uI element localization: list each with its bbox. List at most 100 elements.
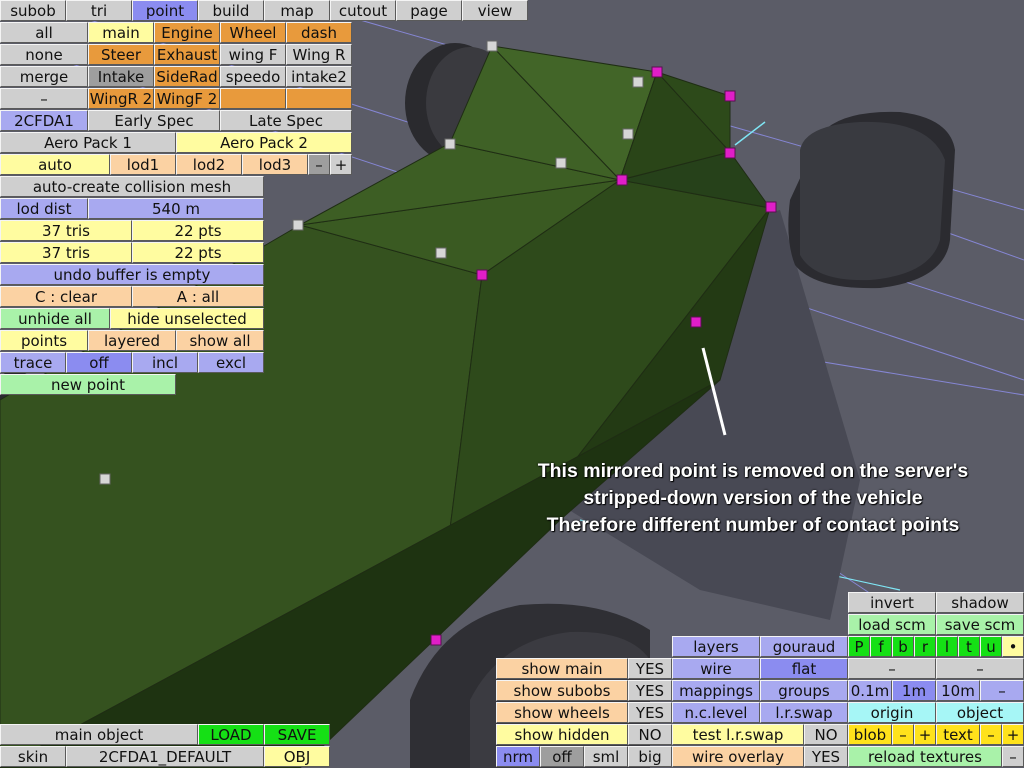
skin-name-field[interactable]: 2CFDA1_DEFAULT	[66, 746, 264, 767]
group-engine-button[interactable]: Engine	[154, 22, 220, 43]
group-wingf2-button[interactable]: WingF 2	[154, 88, 220, 109]
clear-button[interactable]: C : clear	[0, 286, 132, 307]
gouraud-button[interactable]: gouraud	[760, 636, 848, 657]
lod3-button[interactable]: lod3	[242, 154, 308, 175]
tab-view[interactable]: view	[462, 0, 528, 21]
view-dot-button[interactable]: •	[1002, 636, 1024, 657]
group-none-button[interactable]: none	[0, 44, 88, 65]
group-empty-slot-2[interactable]	[286, 88, 352, 109]
points-show-all-button[interactable]: show all	[176, 330, 264, 351]
wire-overlay-toggle[interactable]: YES	[804, 746, 848, 767]
lod-minus-button[interactable]: –	[308, 154, 330, 175]
trace-off-button[interactable]: off	[66, 352, 132, 373]
grid-10m-button[interactable]: 10m	[936, 680, 980, 701]
lod2-button[interactable]: lod2	[176, 154, 242, 175]
show-wheels-label: show wheels	[496, 702, 628, 723]
lod-auto-button[interactable]: auto	[0, 154, 110, 175]
select-all-button[interactable]: A : all	[132, 286, 264, 307]
group-merge-button[interactable]: merge	[0, 66, 88, 87]
group-exhaust-button[interactable]: Exhaust	[154, 44, 220, 65]
group-speedo-button[interactable]: speedo	[220, 66, 286, 87]
load-button[interactable]: LOAD	[198, 724, 264, 745]
text-plus-button[interactable]: +	[1002, 724, 1024, 745]
tab-point[interactable]: point	[132, 0, 198, 21]
nc-level-button[interactable]: n.c.level	[672, 702, 760, 723]
load-scm-button[interactable]: load scm	[848, 614, 936, 635]
tab-build[interactable]: build	[198, 0, 264, 21]
blob-minus-button[interactable]: –	[892, 724, 914, 745]
aero-pack-1-button[interactable]: Aero Pack 1	[0, 132, 176, 153]
reload-minus-button[interactable]: –	[1002, 746, 1024, 767]
invert-button[interactable]: invert	[848, 592, 936, 613]
origin-button[interactable]: origin	[848, 702, 936, 723]
tab-map[interactable]: map	[264, 0, 330, 21]
lr-swap-button[interactable]: l.r.swap	[760, 702, 848, 723]
unhide-all-button[interactable]: unhide all	[0, 308, 110, 329]
view-r-button[interactable]: r	[914, 636, 936, 657]
obj-export-button[interactable]: OBJ	[264, 746, 330, 767]
tab-tri[interactable]: tri	[66, 0, 132, 21]
group-wing-r-button[interactable]: Wing R	[286, 44, 352, 65]
size-sml-button[interactable]: sml	[584, 746, 628, 767]
auto-create-collision-button[interactable]: auto-create collision mesh	[0, 176, 264, 197]
group-wingr2-button[interactable]: WingR 2	[88, 88, 154, 109]
show-hidden-toggle[interactable]: NO	[628, 724, 672, 745]
show-main-toggle[interactable]: YES	[628, 658, 672, 679]
group-steer-button[interactable]: Steer	[88, 44, 154, 65]
early-spec-button[interactable]: Early Spec	[88, 110, 220, 131]
grid-minus-button[interactable]: –	[980, 680, 1024, 701]
groups-button[interactable]: groups	[760, 680, 848, 701]
test-lr-swap-toggle[interactable]: NO	[804, 724, 848, 745]
points-layered-button[interactable]: layered	[88, 330, 176, 351]
size-off-button[interactable]: off	[540, 746, 584, 767]
late-spec-button[interactable]: Late Spec	[220, 110, 352, 131]
group-all-button[interactable]: all	[0, 22, 88, 43]
view-f-button[interactable]: f	[870, 636, 892, 657]
lod-dist-value[interactable]: 540 m	[88, 198, 264, 219]
view-P-button[interactable]: P	[848, 636, 870, 657]
grid-0-1m-button[interactable]: 0.1m	[848, 680, 892, 701]
minus-button-2[interactable]: –	[936, 658, 1024, 679]
save-button[interactable]: SAVE	[264, 724, 330, 745]
tab-page[interactable]: page	[396, 0, 462, 21]
size-nrm-button[interactable]: nrm	[496, 746, 540, 767]
group-minus-button[interactable]: –	[0, 88, 88, 109]
group-empty-slot-1[interactable]	[220, 88, 286, 109]
blob-plus-button[interactable]: +	[914, 724, 936, 745]
trace-incl-button[interactable]: incl	[132, 352, 198, 373]
lod-plus-button[interactable]: +	[330, 154, 352, 175]
grid-1m-button[interactable]: 1m	[892, 680, 936, 701]
view-l-button[interactable]: l	[936, 636, 958, 657]
group-intake2-button[interactable]: intake2	[286, 66, 352, 87]
layers-button[interactable]: layers	[672, 636, 760, 657]
aero-pack-2-button[interactable]: Aero Pack 2	[176, 132, 352, 153]
lod1-button[interactable]: lod1	[110, 154, 176, 175]
group-main-button[interactable]: main	[88, 22, 154, 43]
view-u-button[interactable]: u	[980, 636, 1002, 657]
flat-button[interactable]: flat	[760, 658, 848, 679]
group-siderad-button[interactable]: SideRad	[154, 66, 220, 87]
spec-2cfda1-button[interactable]: 2CFDA1	[0, 110, 88, 131]
view-t-button[interactable]: t	[958, 636, 980, 657]
shadow-button[interactable]: shadow	[936, 592, 1024, 613]
group-intake-button[interactable]: Intake	[88, 66, 154, 87]
hide-unselected-button[interactable]: hide unselected	[110, 308, 264, 329]
minus-button-1[interactable]: –	[848, 658, 936, 679]
size-big-button[interactable]: big	[628, 746, 672, 767]
object-button[interactable]: object	[936, 702, 1024, 723]
save-scm-button[interactable]: save scm	[936, 614, 1024, 635]
new-point-button[interactable]: new point	[0, 374, 176, 395]
reload-textures-button[interactable]: reload textures	[848, 746, 1002, 767]
tab-subob[interactable]: subob	[0, 0, 66, 21]
wire-button[interactable]: wire	[672, 658, 760, 679]
text-minus-button[interactable]: –	[980, 724, 1002, 745]
tab-cutout[interactable]: cutout	[330, 0, 396, 21]
show-wheels-toggle[interactable]: YES	[628, 702, 672, 723]
group-wheel-button[interactable]: Wheel	[220, 22, 286, 43]
group-dash-button[interactable]: dash	[286, 22, 352, 43]
view-b-button[interactable]: b	[892, 636, 914, 657]
mappings-button[interactable]: mappings	[672, 680, 760, 701]
show-subobs-toggle[interactable]: YES	[628, 680, 672, 701]
trace-excl-button[interactable]: excl	[198, 352, 264, 373]
group-wing-f-button[interactable]: wing F	[220, 44, 286, 65]
